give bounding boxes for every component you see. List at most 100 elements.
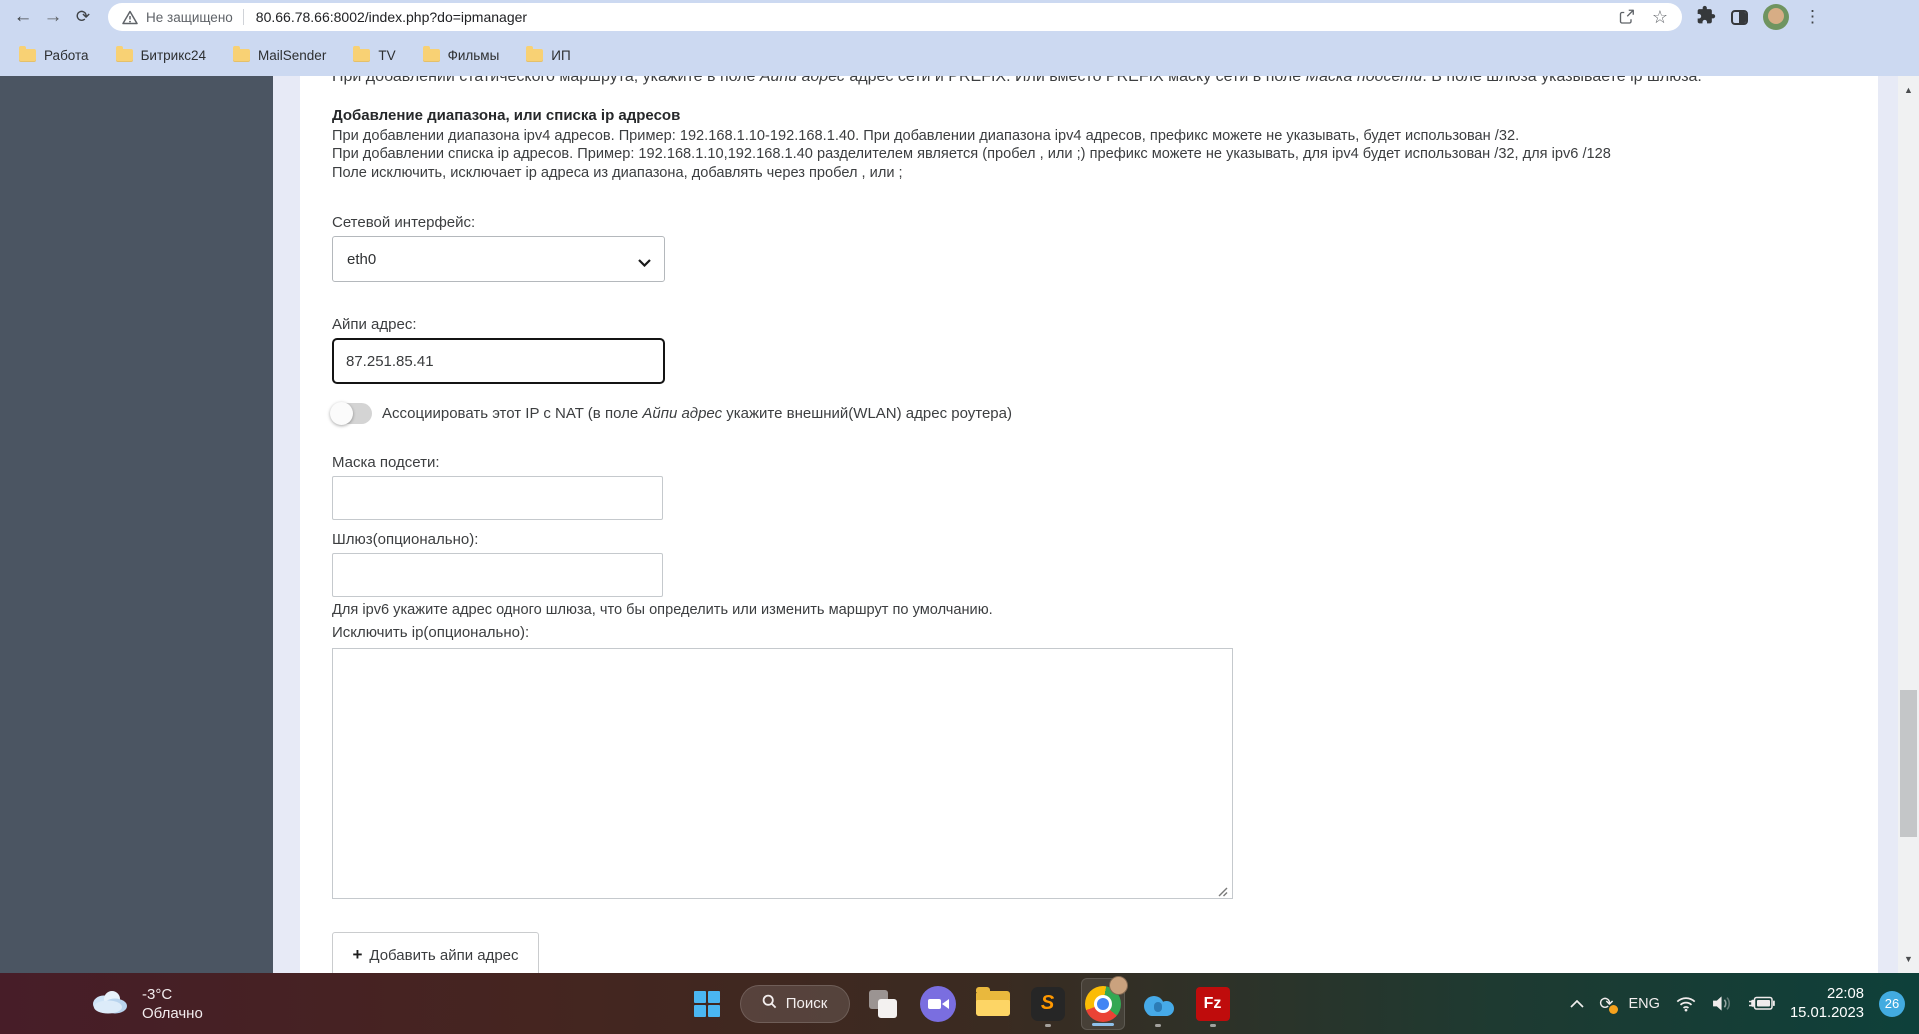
- browser-menu-icon[interactable]: ⋮: [1804, 7, 1821, 27]
- chrome-profile-badge: [1108, 975, 1128, 995]
- folder-icon: [233, 45, 251, 62]
- notification-badge[interactable]: 26: [1879, 990, 1905, 1017]
- security-label[interactable]: Не защищено: [146, 10, 233, 25]
- bookmark-star-icon[interactable]: ☆: [1652, 7, 1668, 28]
- info-line-2: При добавлении списка ip адресов. Пример…: [332, 146, 1611, 163]
- folder-icon: [526, 45, 544, 62]
- clipped-instruction-line: При добавлении статического маршрута, ук…: [332, 76, 1702, 85]
- weather-widget[interactable]: -3°C Облачно: [88, 985, 203, 1023]
- info-line-1: При добавлении диапазона ipv4 адресов. П…: [332, 128, 1520, 144]
- task-view-icon: [868, 989, 898, 1019]
- profile-avatar[interactable]: [1763, 4, 1789, 30]
- taskbar: -3°C Облачно Поиск S Fz ⟳ ENG 22:08 15.0…: [0, 973, 1919, 1034]
- cloud-app-button[interactable]: [1136, 978, 1180, 1030]
- filezilla-button[interactable]: Fz: [1191, 978, 1235, 1030]
- cloud-app-icon: [1140, 992, 1176, 1016]
- cloud-weather-icon: [88, 987, 130, 1020]
- windows-start-icon: [693, 990, 720, 1017]
- running-indicator: [1209, 1023, 1216, 1027]
- nat-toggle-knob: [330, 402, 353, 425]
- task-view-button[interactable]: [861, 978, 905, 1030]
- nat-toggle[interactable]: [330, 402, 372, 425]
- side-panel-icon[interactable]: [1731, 9, 1748, 25]
- scrollbar-up-icon[interactable]: ▲: [1898, 85, 1919, 95]
- page-gutter-left: [273, 76, 300, 973]
- bookmark-label: TV: [378, 47, 396, 63]
- section-title: Добавление диапазона, или списка ip адре…: [332, 107, 681, 124]
- folder-icon: [353, 45, 371, 62]
- bookmark-folder[interactable]: Битрикс24: [115, 45, 207, 63]
- chevron-down-icon: [638, 254, 651, 271]
- gateway-input[interactable]: [332, 553, 663, 597]
- speaker-icon[interactable]: [1712, 995, 1733, 1012]
- search-label: Поиск: [785, 995, 828, 1012]
- bookmark-folder[interactable]: ИП: [526, 45, 571, 63]
- chat-button[interactable]: [916, 978, 960, 1030]
- interface-label: Сетевой интерфейс:: [332, 214, 476, 231]
- start-button[interactable]: [685, 978, 729, 1030]
- sublime-text-button[interactable]: S: [1026, 978, 1070, 1030]
- clock-time: 22:08: [1826, 985, 1864, 1002]
- weather-temp: -3°C: [142, 985, 173, 1003]
- bookmark-folder[interactable]: Фильмы: [422, 45, 500, 63]
- clock-widget[interactable]: 22:08 15.01.2023: [1790, 985, 1864, 1023]
- folder-icon: [115, 45, 133, 62]
- reload-icon[interactable]: ⟳: [68, 2, 98, 32]
- nat-toggle-label: Ассоциировать этот IP с NAT (в поле Айпи…: [382, 405, 1012, 422]
- page-gutter-right: [1878, 76, 1898, 973]
- file-explorer-button[interactable]: [971, 978, 1015, 1030]
- bookmark-folder[interactable]: Работа: [19, 45, 89, 63]
- back-icon[interactable]: ←: [8, 2, 38, 32]
- system-tray: ⟳ ENG 22:08 15.01.2023 26: [1570, 973, 1905, 1034]
- forward-icon[interactable]: →: [38, 2, 68, 32]
- weather-desc: Облачно: [142, 1004, 203, 1022]
- scrollbar-down-icon[interactable]: ▼: [1898, 954, 1919, 964]
- tray-chevron-up-icon[interactable]: [1570, 999, 1584, 1008]
- language-indicator[interactable]: ENG: [1629, 996, 1660, 1012]
- page-scrollbar[interactable]: ▲ ▼: [1898, 76, 1919, 973]
- scrollbar-thumb[interactable]: [1900, 690, 1917, 837]
- active-app-indicator: [1091, 1022, 1114, 1026]
- video-chat-icon: [919, 985, 956, 1022]
- battery-charging-icon[interactable]: [1748, 996, 1775, 1011]
- update-sync-icon[interactable]: ⟳: [1599, 994, 1618, 1014]
- share-icon[interactable]: [1617, 8, 1636, 26]
- exclude-ip-label: Исключить ip(опционально):: [332, 624, 530, 641]
- bookmark-folder[interactable]: TV: [353, 45, 396, 63]
- page-sidebar: [0, 76, 273, 973]
- interface-select[interactable]: eth0: [332, 236, 665, 282]
- url-text[interactable]: 80.66.78.66:8002/index.php?do=ipmanager: [256, 9, 527, 25]
- running-indicator: [1154, 1023, 1161, 1027]
- bookmark-folder[interactable]: MailSender: [233, 45, 327, 63]
- filezilla-icon: Fz: [1195, 986, 1230, 1021]
- add-ip-button-label: Добавить айпи адрес: [369, 946, 519, 964]
- extensions-icon[interactable]: [1696, 5, 1716, 30]
- ip-address-input[interactable]: [332, 338, 665, 384]
- bookmark-label: Битрикс24: [140, 47, 207, 63]
- subnet-mask-input[interactable]: [332, 476, 663, 520]
- address-bar[interactable]: Не защищено 80.66.78.66:8002/index.php?d…: [108, 3, 1682, 31]
- folder-icon: [422, 45, 440, 62]
- explorer-folder-icon: [975, 987, 1010, 1016]
- screen: ← → ⟳ Не защищено 80.66.78.66:8002/index…: [0, 0, 1919, 1034]
- chrome-button[interactable]: [1080, 975, 1128, 1030]
- subnet-mask-label: Маска подсети:: [332, 454, 440, 471]
- plus-icon: +: [352, 945, 363, 964]
- sublime-text-icon: S: [1030, 986, 1065, 1021]
- bookmark-label: Фильмы: [447, 47, 500, 63]
- bookmark-label: ИП: [551, 47, 571, 63]
- clock-date: 15.01.2023: [1789, 1004, 1864, 1021]
- search-icon: [762, 994, 777, 1013]
- exclude-ip-textarea[interactable]: [332, 648, 1233, 899]
- info-text: При добавлении диапазона ipv4 адресов. П…: [332, 127, 1611, 182]
- page-content: При добавлении статического маршрута, ук…: [300, 76, 1878, 978]
- bookmark-label: MailSender: [258, 47, 327, 63]
- taskbar-search[interactable]: Поиск: [739, 984, 850, 1023]
- info-line-3: Поле исключить, исключает ip адреса из д…: [332, 164, 903, 181]
- add-ip-button[interactable]: + Добавить айпи адрес: [332, 932, 539, 978]
- ip-address-label: Айпи адрес:: [332, 316, 417, 333]
- interface-select-value: eth0: [347, 250, 377, 268]
- running-indicator: [1044, 1023, 1051, 1027]
- not-secure-warning-icon[interactable]: [122, 10, 138, 25]
- wifi-icon[interactable]: [1675, 995, 1697, 1012]
